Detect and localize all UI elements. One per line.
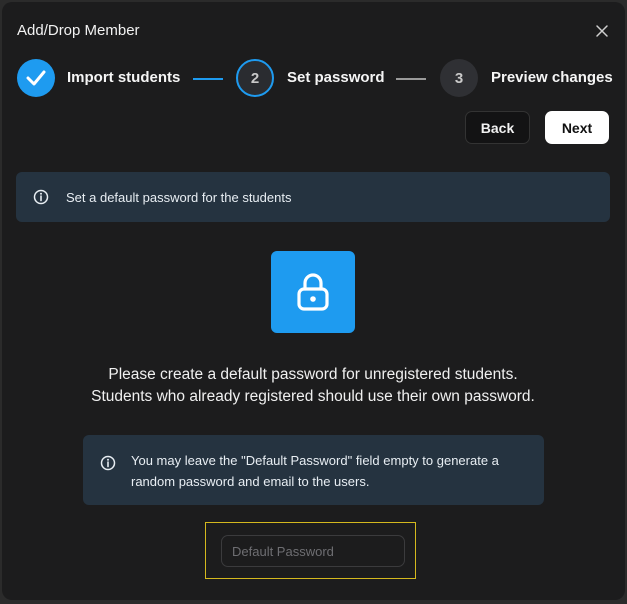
close-icon[interactable] [593, 22, 611, 40]
info-banner: Set a default password for the students [16, 172, 610, 222]
step-1-label: Import students [67, 69, 181, 86]
description-line-2: Students who already registered should u… [91, 388, 535, 405]
step-2-circle: 2 [236, 59, 274, 97]
default-password-input[interactable] [221, 535, 405, 567]
step-3-label: Preview changes [491, 69, 613, 86]
back-button[interactable]: Back [465, 111, 530, 144]
info-banner-text: Set a default password for the students [66, 190, 292, 205]
step-3-circle: 3 [440, 59, 478, 97]
info-icon [100, 455, 116, 471]
step-connector-1 [193, 78, 223, 80]
empty-password-note: You may leave the "Default Password" fie… [83, 435, 544, 505]
next-button[interactable]: Next [545, 111, 609, 144]
step-connector-2 [396, 78, 426, 80]
step-2-label: Set password [287, 69, 385, 86]
info-icon [33, 189, 49, 205]
password-field-focus-outline [205, 522, 416, 579]
description-line-1: Please create a default password for unr… [108, 366, 518, 383]
stepper: Import students 2 Set password 3 Preview… [17, 59, 613, 99]
dialog-title: Add/Drop Member [17, 22, 140, 39]
add-drop-member-dialog: Add/Drop Member Import students 2 Set pa… [2, 2, 625, 600]
step-1-complete-icon [17, 59, 55, 97]
lock-icon [271, 251, 355, 333]
note-text: You may leave the "Default Password" fie… [131, 453, 499, 489]
